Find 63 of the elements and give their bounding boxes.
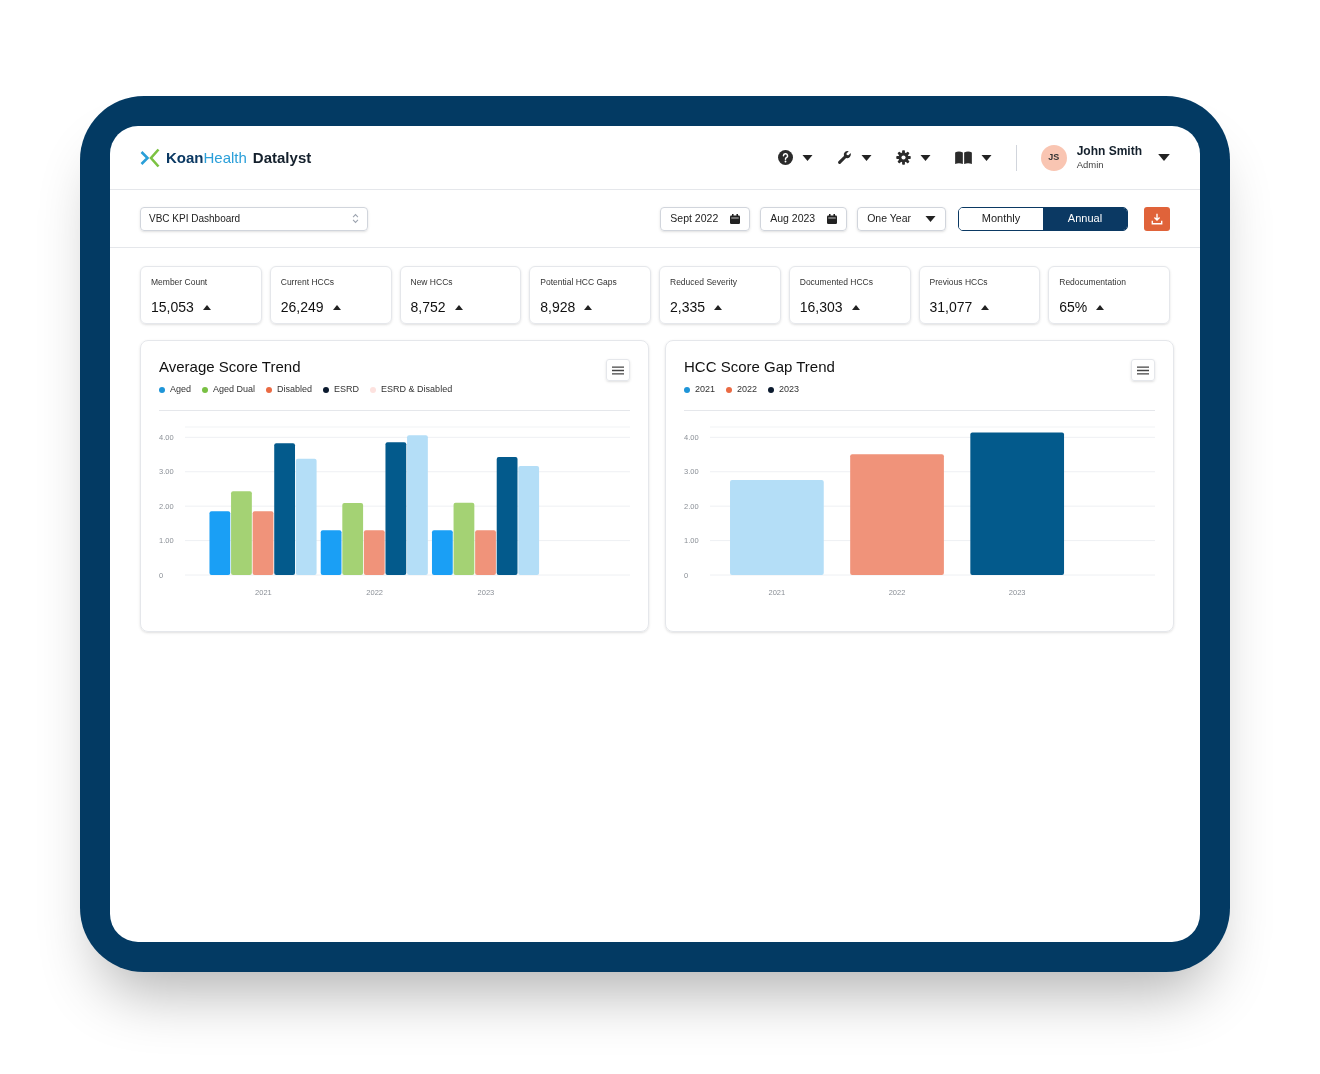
caret-down-icon[interactable] <box>801 154 813 161</box>
kpi-value: 16,303 <box>799 300 843 314</box>
caret-down-icon[interactable] <box>980 154 992 161</box>
legend-label[interactable]: 2021 <box>695 383 716 397</box>
up-triangle-icon <box>714 304 723 310</box>
caret-down-icon[interactable] <box>919 154 931 161</box>
kpi-value: 65% <box>1059 300 1088 314</box>
logo-product-name: Datalyst <box>252 150 312 165</box>
period-tab[interactable]: Annual <box>1043 207 1127 230</box>
up-triangle-icon <box>332 304 341 310</box>
kpi-value: 8,928 <box>540 300 576 314</box>
legend-label[interactable]: ESRD & Disabled <box>381 383 453 397</box>
menu-icon[interactable] <box>1137 365 1149 375</box>
legend-label[interactable]: Disabled <box>277 383 313 397</box>
user-role: Admin <box>1076 159 1105 171</box>
up-triangle-icon <box>1096 304 1105 310</box>
kpi-value: 31,077 <box>929 300 973 314</box>
logo-icon[interactable] <box>140 147 160 168</box>
up-triangle-icon <box>851 304 860 310</box>
kpi-value: 15,053 <box>151 300 194 314</box>
kpi-label: Previous HCCs <box>929 276 989 289</box>
kpi-label: Potential HCC Gaps <box>540 276 618 289</box>
legend-label[interactable]: 2022 <box>737 383 758 397</box>
start-date-field[interactable]: Sept 2022 <box>660 206 751 231</box>
chart-title: HCC Score Gap Trend <box>684 359 835 374</box>
kpi-value: 2,335 <box>670 300 706 314</box>
up-triangle-icon <box>454 304 463 310</box>
settings-icon[interactable] <box>895 150 911 165</box>
chart-menu-button[interactable] <box>606 359 630 381</box>
kpi-label: Documented HCCs <box>799 276 874 289</box>
up-triangle-icon <box>202 304 211 310</box>
kpi-label: Current HCCs <box>280 276 336 289</box>
calendar-icon[interactable] <box>730 213 741 224</box>
legend-label[interactable]: 2023 <box>779 383 800 397</box>
range-dropdown[interactable]: One Year <box>857 206 946 231</box>
kpi-label: Member Count <box>151 276 209 289</box>
wrench-icon[interactable] <box>836 150 852 165</box>
chart-menu-button[interactable] <box>1131 359 1155 381</box>
calendar-icon[interactable] <box>827 213 838 224</box>
user-name: John Smith <box>1076 144 1142 160</box>
up-triangle-icon <box>584 304 593 310</box>
kpi-label: Reduced Severity <box>670 276 739 289</box>
kpi-label: Redocumentation <box>1059 276 1127 289</box>
open-book-icon[interactable] <box>954 151 972 164</box>
up-triangle-icon <box>981 304 990 310</box>
chart-title: Average Score Trend <box>159 359 302 374</box>
download-icon[interactable] <box>1151 212 1163 225</box>
menu-icon[interactable] <box>612 365 624 375</box>
kpi-value: 8,752 <box>410 300 446 314</box>
download-button[interactable] <box>1144 206 1170 231</box>
caret-down-icon[interactable] <box>860 154 872 161</box>
legend-label[interactable]: Aged <box>170 383 192 397</box>
kpi-label: New HCCs <box>410 276 454 289</box>
caret-down-icon[interactable] <box>1158 154 1170 161</box>
user-avatar[interactable]: JS <box>1040 144 1067 171</box>
legend-label[interactable]: Aged Dual <box>213 383 256 397</box>
end-date-field[interactable]: Aug 2023 <box>760 206 848 231</box>
dashboard-select[interactable]: VBC KPI Dashboard <box>140 206 368 231</box>
logo-wordmark[interactable]: KoanHealth <box>166 150 247 165</box>
caret-down-icon[interactable] <box>925 215 936 222</box>
legend-label[interactable]: ESRD <box>334 383 360 397</box>
kpi-value: 26,249 <box>280 300 324 314</box>
help-icon[interactable] <box>777 150 793 165</box>
